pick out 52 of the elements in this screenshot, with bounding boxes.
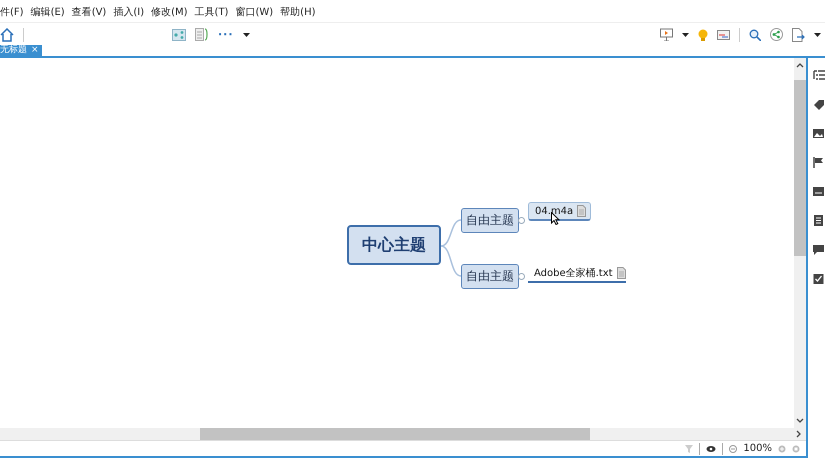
scroll-down-icon[interactable] — [796, 418, 804, 424]
caret-icon[interactable] — [242, 32, 250, 36]
scroll-up-icon[interactable] — [796, 62, 804, 68]
horizontal-scrollbar[interactable] — [0, 428, 806, 440]
file-name: Adobe全家桶.txt — [534, 266, 613, 280]
home-icon[interactable] — [0, 28, 14, 42]
menu-item[interactable]: 查看(V) — [72, 6, 106, 22]
caret-icon[interactable] — [682, 32, 689, 36]
flag-icon[interactable] — [813, 157, 825, 169]
subtopic[interactable]: 自由主题 — [461, 264, 519, 289]
scroll-thumb[interactable] — [200, 428, 590, 440]
subtopic[interactable]: 自由主题 — [461, 208, 519, 233]
share-icon[interactable] — [770, 28, 783, 41]
summary-icon[interactable] — [195, 28, 209, 41]
presentation-icon[interactable] — [660, 28, 673, 41]
zoom-out-icon[interactable] — [729, 444, 738, 452]
scroll-right-icon[interactable] — [796, 430, 802, 438]
connector-line — [440, 245, 462, 277]
collapse-handle[interactable] — [518, 217, 525, 224]
menu-item[interactable]: 插入(I) — [113, 6, 144, 22]
vertical-scrollbar[interactable] — [794, 58, 806, 428]
menu-item[interactable]: 窗口(W) — [235, 6, 274, 22]
menu-item[interactable]: 件(F) — [0, 6, 24, 22]
menu-item[interactable]: 修改(M) — [151, 6, 188, 22]
attachment-topic[interactable]: 04.m4a — [528, 202, 592, 221]
panel-icon[interactable] — [717, 30, 730, 40]
search-icon[interactable] — [749, 28, 761, 40]
caret-icon[interactable] — [814, 32, 821, 36]
more-button[interactable]: ··· — [218, 28, 234, 41]
tag-icon[interactable] — [813, 99, 825, 111]
file-icon — [577, 205, 586, 217]
file-icon — [616, 267, 626, 279]
file-name: 04.m4a — [535, 206, 574, 216]
document-icon[interactable] — [813, 215, 825, 227]
scroll-thumb[interactable] — [794, 80, 806, 256]
attachment-topic[interactable]: Adobe全家桶.txt — [528, 266, 626, 283]
outline-icon[interactable] — [813, 70, 825, 82]
zoom-level: 100% — [743, 443, 772, 454]
eye-icon[interactable] — [706, 444, 716, 452]
menu-item[interactable]: 工具(T) — [194, 6, 228, 22]
connector-line — [440, 219, 462, 247]
menu-item[interactable]: 帮助(H) — [280, 6, 316, 22]
image-icon[interactable] — [813, 128, 825, 140]
relationship-icon[interactable] — [172, 28, 186, 40]
task-icon[interactable] — [813, 273, 825, 285]
menu-item[interactable]: 编辑(E) — [30, 6, 65, 22]
comment-icon[interactable] — [813, 244, 825, 256]
export-icon[interactable] — [792, 28, 805, 42]
central-topic[interactable]: 中心主题 — [347, 225, 441, 265]
note-icon[interactable] — [813, 186, 825, 198]
tab-label: 无标题 — [0, 45, 27, 56]
collapse-handle[interactable] — [518, 273, 525, 280]
